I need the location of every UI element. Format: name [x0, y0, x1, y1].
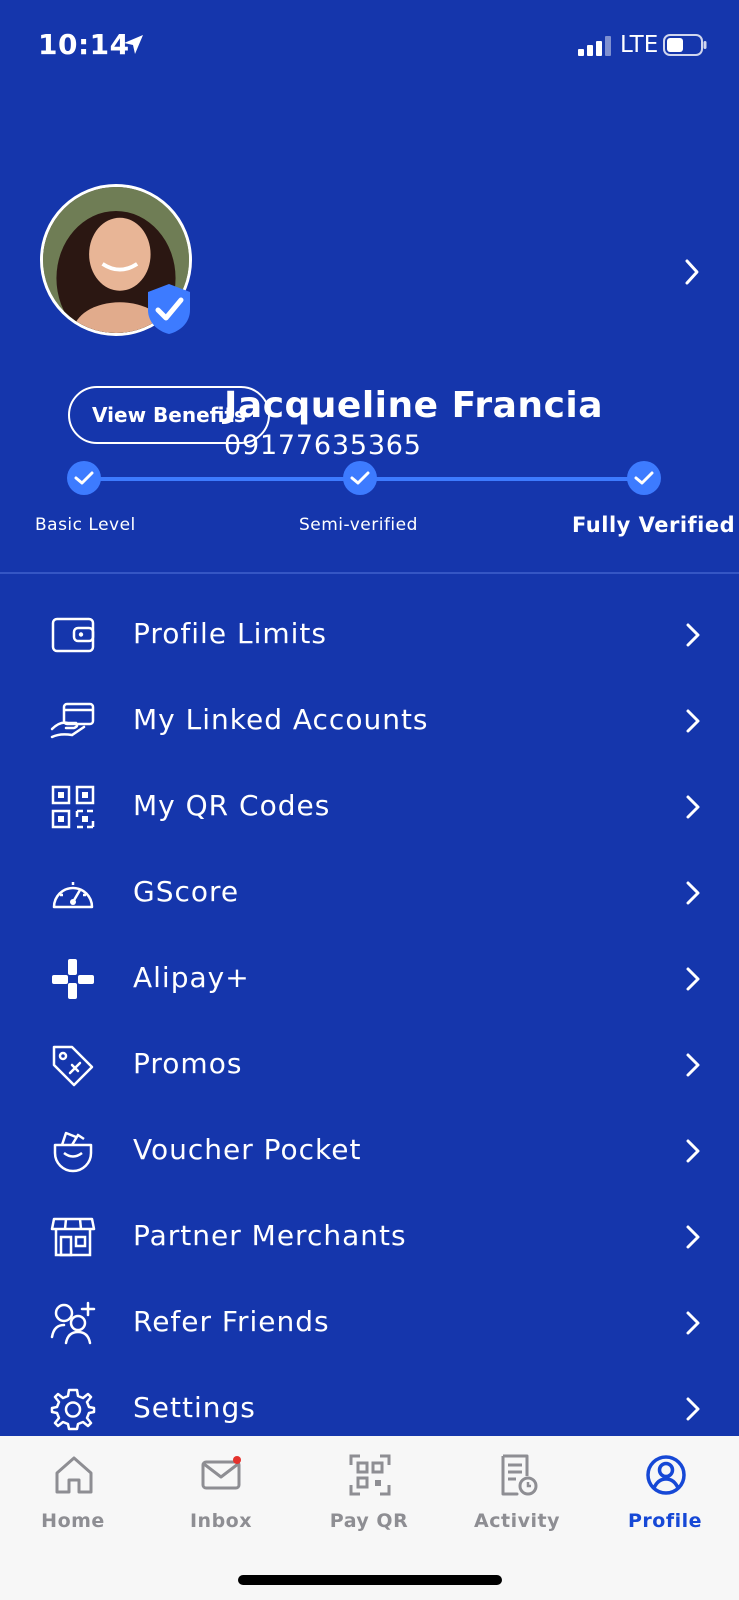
chevron-right-icon [686, 1397, 700, 1421]
menu-item-promos[interactable]: Promos [0, 1022, 739, 1108]
menu-label: Profile Limits [133, 617, 327, 650]
verified-shield-icon [148, 284, 190, 334]
tab-home[interactable]: Home [13, 1454, 133, 1544]
qr-code-icon [51, 785, 95, 829]
menu-item-linked-accounts[interactable]: My Linked Accounts [0, 678, 739, 764]
chevron-right-icon [686, 795, 700, 819]
menu-label: My Linked Accounts [133, 703, 429, 736]
menu-item-refer-friends[interactable]: Refer Friends [0, 1280, 739, 1366]
battery-icon [663, 34, 707, 56]
menu-item-profile-limits[interactable]: Profile Limits [0, 592, 739, 678]
tab-inbox[interactable]: Inbox [161, 1454, 281, 1544]
home-indicator [238, 1575, 502, 1585]
store-icon [50, 1217, 96, 1257]
location-arrow-icon [124, 35, 143, 54]
menu-label: Partner Merchants [133, 1219, 407, 1252]
chevron-right-icon [686, 709, 700, 733]
chevron-right-icon [686, 1311, 700, 1335]
step-semi-check-icon [343, 461, 377, 495]
view-benefits-button[interactable]: View Benefits [68, 386, 270, 444]
plus-icon [52, 959, 94, 999]
tab-activity[interactable]: Activity [457, 1454, 577, 1544]
menu-item-alipay[interactable]: Alipay+ [0, 936, 739, 1022]
tab-label: Pay QR [329, 1510, 409, 1532]
mail-icon [201, 1456, 241, 1490]
step-full-check-icon [627, 461, 661, 495]
menu-label: Alipay+ [133, 961, 250, 994]
tab-label: Inbox [189, 1510, 252, 1532]
pocket-icon [53, 1131, 93, 1173]
profile-chevron-icon[interactable] [683, 258, 701, 286]
profile-icon [646, 1455, 686, 1495]
signal-icon [578, 36, 611, 56]
chevron-right-icon [686, 1139, 700, 1163]
add-user-icon [50, 1301, 96, 1345]
chevron-right-icon [686, 1225, 700, 1249]
profile-name: Jacqueline Francia [224, 385, 604, 426]
menu-item-gscore[interactable]: GScore [0, 850, 739, 936]
tab-label: Activity [474, 1510, 560, 1532]
divider [0, 572, 739, 574]
chevron-right-icon [686, 1053, 700, 1077]
chevron-right-icon [686, 881, 700, 905]
tag-icon [52, 1045, 94, 1087]
tab-label: Profile [627, 1510, 703, 1532]
status-time: 10:14 [38, 28, 130, 61]
chevron-right-icon [686, 967, 700, 991]
tab-pay-qr[interactable]: Pay QR [309, 1454, 429, 1544]
gauge-icon [52, 882, 94, 909]
step-label-basic: Basic Level [35, 515, 136, 535]
menu-item-voucher-pocket[interactable]: Voucher Pocket [0, 1108, 739, 1194]
profile-header[interactable]: Jacqueline Francia 09177635365 [0, 180, 739, 461]
step-label-full: Fully Verified [572, 513, 736, 537]
menu-label: GScore [133, 875, 240, 908]
network-type: LTE [620, 32, 659, 58]
menu-label: Settings [133, 1391, 256, 1424]
menu-label: Refer Friends [133, 1305, 330, 1338]
step-label-semi: Semi-verified [299, 515, 418, 535]
menu-label: My QR Codes [133, 789, 331, 822]
activity-icon [501, 1454, 538, 1496]
menu-item-qr-codes[interactable]: My QR Codes [0, 764, 739, 850]
verification-progress: Basic Level Semi-verified Fully Verified [0, 455, 739, 545]
menu-label: Voucher Pocket [133, 1133, 362, 1166]
tab-profile[interactable]: Profile [605, 1454, 725, 1544]
card-hand-icon [50, 702, 95, 739]
wallet-icon [51, 617, 95, 653]
tab-label: Home [41, 1510, 105, 1532]
home-icon [55, 1456, 93, 1494]
chevron-right-icon [686, 623, 700, 647]
gear-icon [50, 1388, 96, 1431]
step-basic-check-icon [67, 461, 101, 495]
menu-item-partner-merchants[interactable]: Partner Merchants [0, 1194, 739, 1280]
menu-label: Promos [133, 1047, 243, 1080]
status-bar: 10:14 LTE [0, 0, 739, 92]
qr-scan-icon [349, 1454, 391, 1496]
